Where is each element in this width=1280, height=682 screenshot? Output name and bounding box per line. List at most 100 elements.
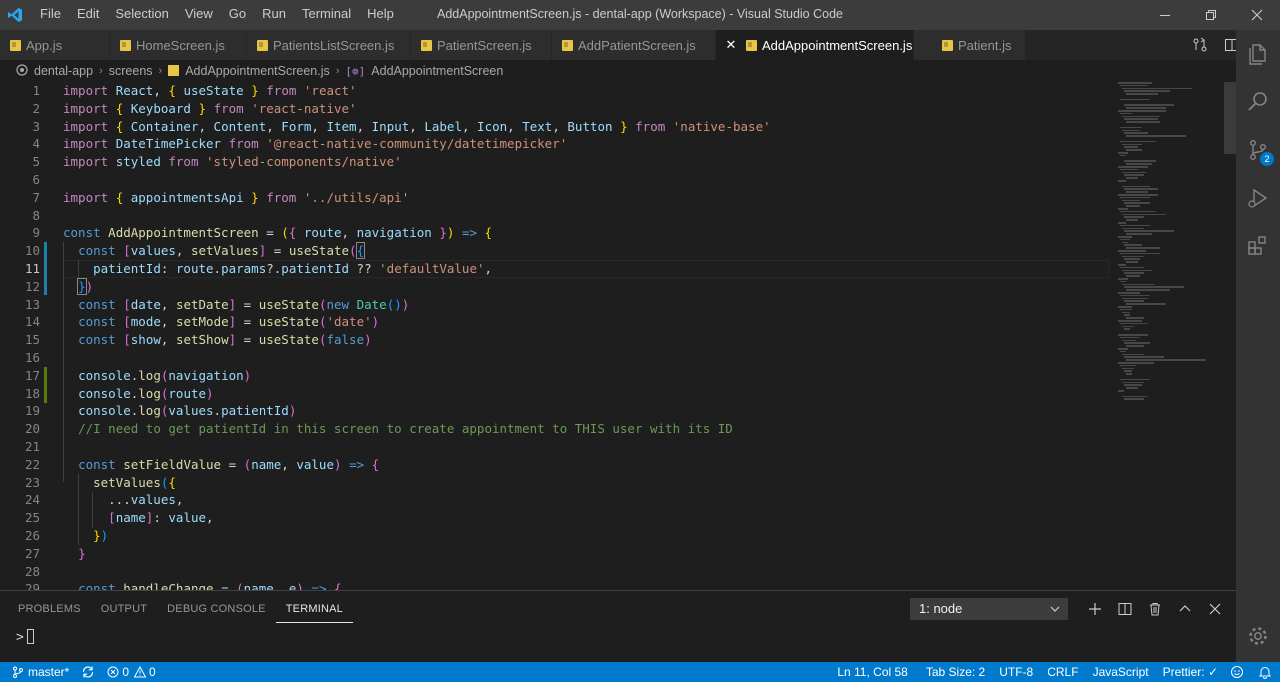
kill-terminal-button[interactable] bbox=[1140, 597, 1170, 621]
source-control-button[interactable]: 2 bbox=[1236, 126, 1280, 174]
menu-edit[interactable]: Edit bbox=[69, 0, 107, 30]
error-icon bbox=[107, 666, 119, 678]
panel-tabs: PROBLEMS OUTPUT DEBUG CONSOLE TERMINAL bbox=[8, 591, 353, 627]
tab-homescreen-js[interactable]: HomeScreen.js bbox=[110, 30, 247, 60]
feedback-button[interactable] bbox=[1224, 662, 1250, 682]
line-number: 7 bbox=[32, 189, 40, 205]
minimize-button[interactable] bbox=[1142, 0, 1188, 30]
error-count: 0 bbox=[122, 665, 130, 679]
line-number: 2 bbox=[32, 100, 40, 116]
search-button[interactable] bbox=[1236, 78, 1280, 126]
scrollbar-thumb[interactable] bbox=[1224, 82, 1236, 154]
compare-changes-icon bbox=[1193, 37, 1207, 52]
minimap-line bbox=[1122, 283, 1154, 286]
branch-status[interactable]: master* bbox=[0, 662, 75, 682]
tab-debug-console[interactable]: DEBUG CONSOLE bbox=[157, 591, 276, 627]
minimap-line bbox=[1122, 297, 1148, 300]
code-editor[interactable]: 1 2 3 4 5 6 7 8 9 10 11 12 13 14 15 16 17 18 19 20 21 22 23 24 2… bbox=[0, 82, 1236, 590]
minimap-line bbox=[1124, 104, 1174, 106]
vertical-scrollbar[interactable] bbox=[1222, 82, 1236, 590]
minimap-line bbox=[1120, 238, 1130, 241]
terminal-prompt: > bbox=[16, 630, 24, 645]
breadcrumb-folder[interactable]: screens bbox=[109, 64, 153, 78]
tab-size-status[interactable]: Tab Size: 2 bbox=[920, 662, 991, 682]
trash-icon bbox=[1150, 603, 1160, 616]
open-changes-button[interactable] bbox=[1184, 30, 1216, 60]
menu-terminal[interactable]: Terminal bbox=[294, 0, 359, 30]
menu-run[interactable]: Run bbox=[254, 0, 294, 30]
tab-app-js[interactable]: App.js bbox=[0, 30, 110, 60]
menu-selection[interactable]: Selection bbox=[107, 0, 176, 30]
tab-terminal[interactable]: TERMINAL bbox=[275, 591, 353, 623]
chevron-right-icon: › bbox=[158, 65, 163, 77]
tab-problems[interactable]: PROBLEMS bbox=[8, 591, 91, 627]
problems-status[interactable]: 0 0 bbox=[101, 662, 161, 682]
menu-view[interactable]: View bbox=[177, 0, 221, 30]
line-number: 29 bbox=[24, 581, 40, 590]
code-line: console.log(route) bbox=[78, 385, 214, 401]
tab-addpatientscreen-js[interactable]: AddPatientScreen.js bbox=[552, 30, 716, 60]
extensions-button[interactable] bbox=[1236, 222, 1280, 270]
minimap-line bbox=[1124, 244, 1142, 246]
terminal-output[interactable]: > bbox=[16, 629, 34, 645]
terminal-select[interactable]: 1: node bbox=[910, 598, 1068, 620]
warning-count: 0 bbox=[149, 665, 156, 679]
menu-go[interactable]: Go bbox=[221, 0, 254, 30]
minimap-line bbox=[1126, 177, 1138, 179]
manage-button[interactable] bbox=[1236, 612, 1280, 660]
minimap-line bbox=[1124, 174, 1144, 176]
close-tab-icon[interactable]: ✕ bbox=[724, 37, 738, 53]
tab-output[interactable]: OUTPUT bbox=[91, 591, 157, 627]
minimap-line bbox=[1126, 275, 1140, 277]
tab-patientslistscreen-js[interactable]: PatientsListScreen.js bbox=[247, 30, 411, 60]
minimap-line bbox=[1126, 373, 1132, 375]
minimap-line bbox=[1124, 300, 1144, 302]
tab-patient-js[interactable]: Patient.js bbox=[914, 30, 1026, 60]
tab-patientscreen-js[interactable]: PatientScreen.js bbox=[411, 30, 552, 60]
minimap-line bbox=[1118, 348, 1128, 350]
code-line: import { appointmentsApi } from '../util… bbox=[63, 189, 410, 205]
run-debug-button[interactable] bbox=[1236, 174, 1280, 222]
new-terminal-button[interactable] bbox=[1080, 597, 1110, 621]
minimap-line bbox=[1126, 205, 1140, 207]
close-panel-button[interactable] bbox=[1200, 597, 1230, 621]
breadcrumb-symbol[interactable]: AddAppointmentScreen bbox=[371, 64, 503, 78]
line-number: 8 bbox=[32, 207, 40, 223]
modified-lines-indicator bbox=[44, 242, 47, 295]
language-mode[interactable]: JavaScript bbox=[1087, 662, 1155, 682]
sync-button[interactable] bbox=[75, 662, 101, 682]
title-bar: File Edit Selection View Go Run Terminal… bbox=[0, 0, 1280, 30]
tab-addappointmentscreen-js[interactable]: ✕ AddAppointmentScreen.js bbox=[716, 30, 914, 60]
breadcrumb-root[interactable]: dental-app bbox=[34, 64, 93, 78]
split-terminal-icon bbox=[1118, 603, 1132, 615]
minimap[interactable] bbox=[1110, 82, 1222, 590]
search-icon bbox=[1248, 92, 1267, 111]
js-file-icon bbox=[942, 40, 953, 51]
menu-file[interactable]: File bbox=[32, 0, 69, 30]
line-number: 22 bbox=[24, 456, 40, 472]
notifications-button[interactable] bbox=[1250, 662, 1280, 682]
minimap-line bbox=[1126, 303, 1166, 305]
code-line: }) bbox=[93, 528, 109, 543]
source-control-badge: 2 bbox=[1260, 152, 1274, 166]
line-number: 24 bbox=[24, 492, 40, 508]
minimap-line bbox=[1124, 258, 1140, 260]
cursor-position[interactable]: Ln 11, Col 58 bbox=[831, 662, 914, 682]
restore-button[interactable] bbox=[1188, 0, 1234, 30]
minimap-line bbox=[1120, 252, 1160, 255]
explorer-button[interactable] bbox=[1236, 30, 1280, 78]
prettier-status[interactable]: Prettier: ✓ bbox=[1157, 662, 1224, 682]
minimap-line bbox=[1124, 328, 1130, 330]
eol-status[interactable]: CRLF bbox=[1041, 662, 1084, 682]
close-icon bbox=[1251, 9, 1263, 21]
close-window-button[interactable] bbox=[1234, 0, 1280, 30]
encoding-status[interactable]: UTF-8 bbox=[993, 662, 1039, 682]
menu-help[interactable]: Help bbox=[359, 0, 402, 30]
maximize-panel-button[interactable] bbox=[1170, 597, 1200, 621]
minimap-line bbox=[1122, 241, 1128, 244]
split-terminal-button[interactable] bbox=[1110, 597, 1140, 621]
minimap-line bbox=[1122, 115, 1160, 118]
line-number: 17 bbox=[24, 367, 40, 383]
breadcrumb-file[interactable]: AddAppointmentScreen.js bbox=[185, 64, 330, 78]
minimap-line bbox=[1122, 199, 1140, 202]
